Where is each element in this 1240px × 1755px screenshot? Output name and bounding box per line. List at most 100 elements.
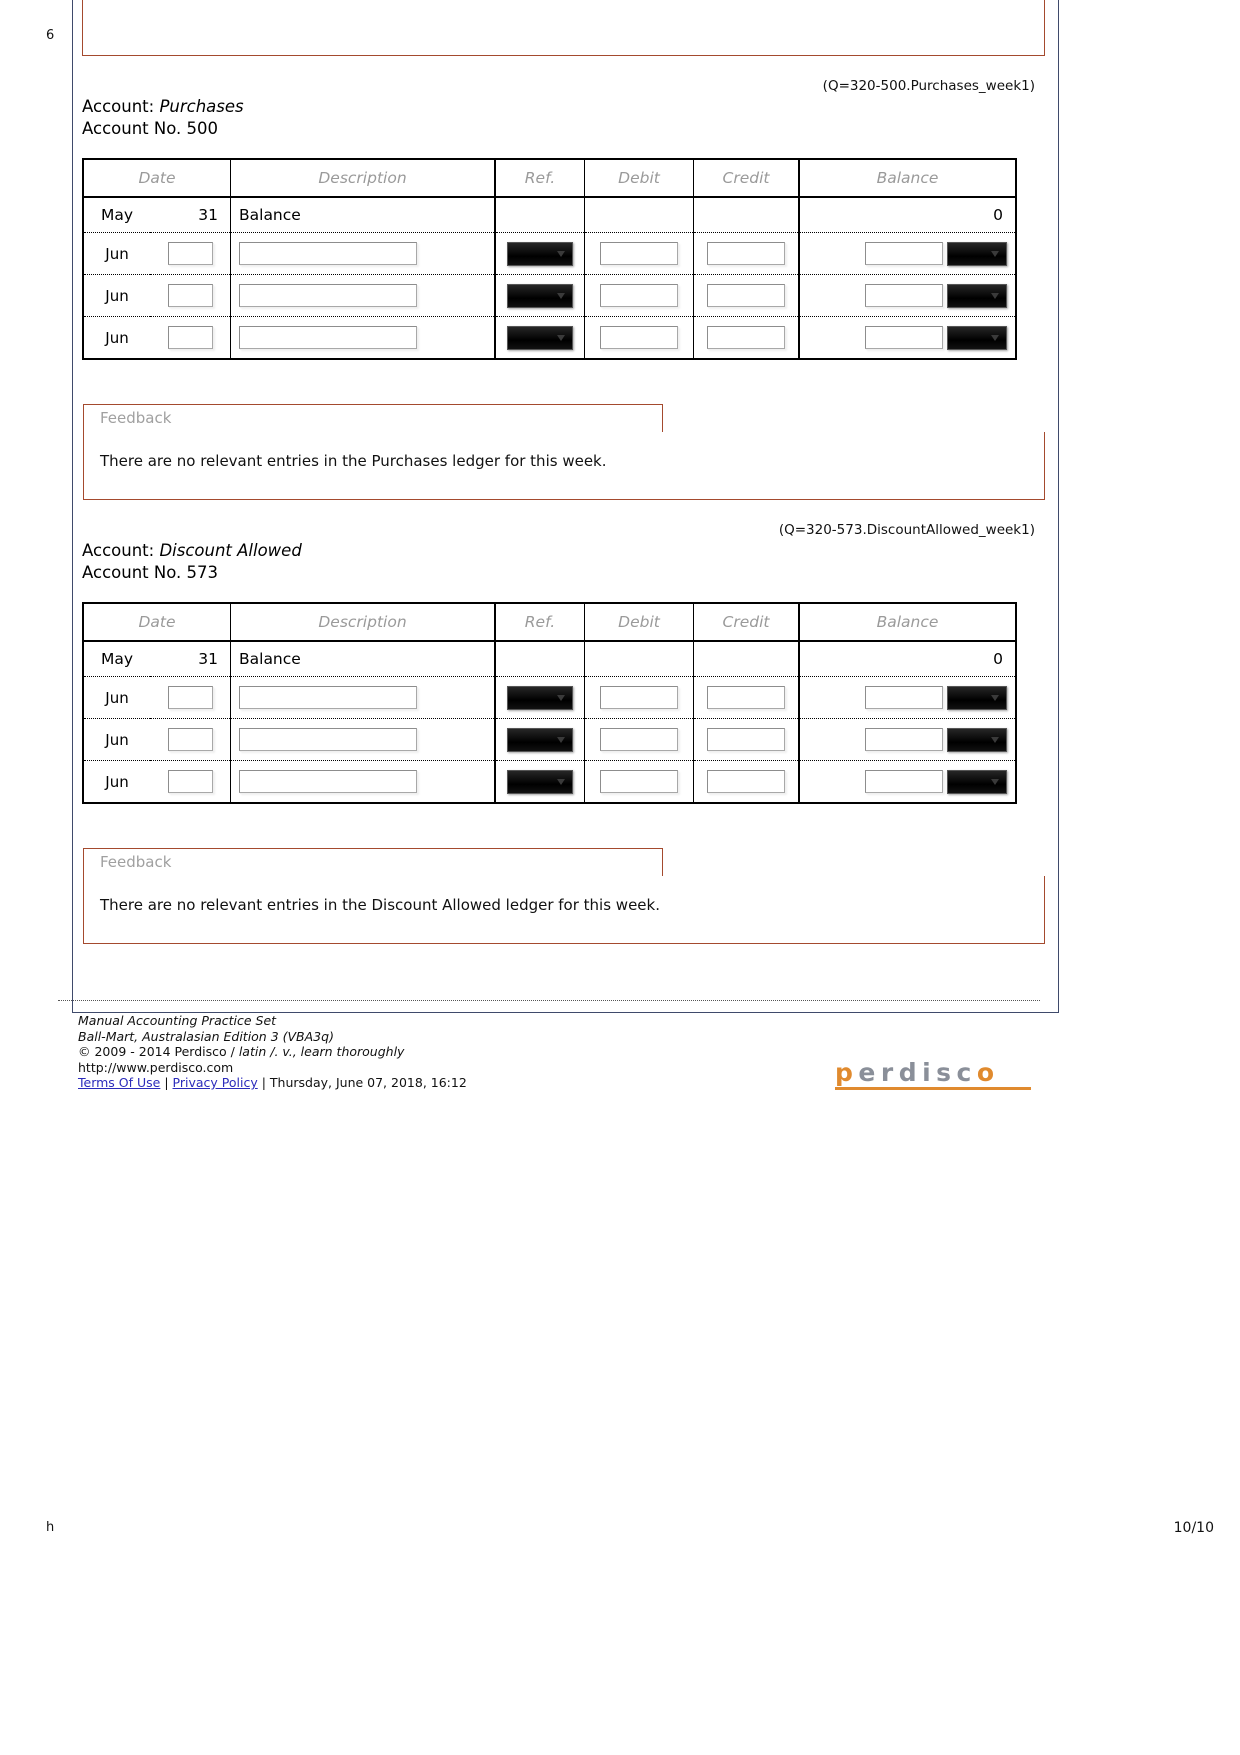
entry-credit-cell	[693, 316, 800, 359]
credit-input[interactable]	[707, 770, 785, 793]
entry-credit-cell	[693, 232, 800, 275]
table-row: Jun	[83, 232, 1016, 275]
question-code-purchases: (Q=320-500.Purchases_week1)	[822, 78, 1035, 94]
account-name: Discount Allowed	[159, 541, 302, 560]
day-input[interactable]	[167, 326, 213, 349]
opening-balance: 0	[799, 197, 1016, 233]
balance-type-dropdown[interactable]	[947, 241, 1007, 266]
page-number: 10/10	[1173, 1520, 1214, 1536]
credit-input[interactable]	[707, 326, 785, 349]
footer-edition: Ball-Mart, Australasian Edition 3 (VBA3q…	[78, 1028, 334, 1044]
footer-separator-2: |	[257, 1075, 270, 1090]
description-input[interactable]	[239, 686, 417, 709]
credit-input[interactable]	[707, 686, 785, 709]
footer-separator-1: |	[160, 1075, 173, 1090]
opening-description: Balance	[230, 641, 496, 677]
entry-day-cell	[150, 676, 231, 719]
entry-description-cell	[230, 676, 496, 719]
credit-input[interactable]	[707, 728, 785, 751]
entry-description-cell	[230, 274, 496, 317]
entry-ref-cell	[495, 718, 585, 761]
entry-debit-cell	[584, 316, 694, 359]
column-header-date: Date	[83, 159, 231, 198]
opening-balance-row: May 31 Balance 0	[83, 197, 1016, 233]
entry-ref-cell	[495, 274, 585, 317]
entry-month: Jun	[83, 676, 150, 719]
day-input[interactable]	[167, 728, 213, 751]
account-label: Account:	[82, 541, 155, 560]
credit-input[interactable]	[707, 284, 785, 307]
balance-type-dropdown[interactable]	[947, 685, 1007, 710]
day-input[interactable]	[167, 770, 213, 793]
entry-day-cell	[150, 274, 231, 317]
debit-input[interactable]	[600, 770, 678, 793]
description-input[interactable]	[239, 242, 417, 265]
entry-day-cell	[150, 316, 231, 359]
description-input[interactable]	[239, 770, 417, 793]
entry-credit-cell	[693, 274, 800, 317]
account-title-purchases: Account: Purchases	[82, 96, 244, 118]
balance-type-dropdown[interactable]	[947, 727, 1007, 752]
balance-input[interactable]	[865, 728, 943, 751]
day-input[interactable]	[167, 686, 213, 709]
ref-dropdown[interactable]	[507, 727, 573, 752]
edge-marker-top: 6	[46, 28, 55, 43]
entry-balance-cell	[799, 232, 1016, 275]
entry-description-cell	[230, 232, 496, 275]
footer-block: Manual Accounting Practice Set Ball-Mart…	[78, 1013, 467, 1091]
column-header-credit: Credit	[693, 603, 800, 642]
privacy-policy-link[interactable]: Privacy Policy	[173, 1075, 258, 1090]
description-input[interactable]	[239, 728, 417, 751]
column-header-balance: Balance	[798, 159, 1016, 198]
entry-debit-cell	[584, 676, 694, 719]
balance-input[interactable]	[865, 770, 943, 793]
balance-input[interactable]	[865, 326, 943, 349]
table-row: Jun	[83, 760, 1016, 803]
entry-description-cell	[230, 718, 496, 761]
description-input[interactable]	[239, 284, 417, 307]
ledger-table-purchases: Date Description Ref. Debit Credit Balan…	[82, 158, 1017, 360]
entry-day-cell	[150, 232, 231, 275]
day-input[interactable]	[167, 284, 213, 307]
logo-underline	[835, 1087, 1031, 1090]
debit-input[interactable]	[600, 686, 678, 709]
account-label: Account:	[82, 97, 155, 116]
ledger-header-row: Date Description Ref. Debit Credit Balan…	[83, 159, 1016, 198]
ref-dropdown[interactable]	[507, 241, 573, 266]
entry-month: Jun	[105, 328, 129, 347]
ref-dropdown[interactable]	[507, 685, 573, 710]
balance-input[interactable]	[865, 242, 943, 265]
balance-type-dropdown[interactable]	[947, 769, 1007, 794]
balance-type-dropdown[interactable]	[947, 325, 1007, 350]
balance-input[interactable]	[865, 284, 943, 307]
footer-website: http://www.perdisco.com	[78, 1059, 234, 1075]
opening-balance-row: May 31 Balance 0	[83, 641, 1016, 677]
entry-debit-cell	[584, 232, 694, 275]
entry-ref-cell	[495, 760, 585, 803]
ref-dropdown[interactable]	[507, 283, 573, 308]
logo-letter-o: o	[976, 1058, 1000, 1087]
credit-input[interactable]	[707, 242, 785, 265]
entry-day-cell	[150, 760, 231, 803]
table-row: Jun	[83, 676, 1016, 719]
description-input[interactable]	[239, 326, 417, 349]
opening-balance: 0	[799, 641, 1016, 677]
debit-input[interactable]	[600, 284, 678, 307]
terms-of-use-link[interactable]: Terms Of Use	[78, 1075, 160, 1090]
debit-input[interactable]	[600, 242, 678, 265]
ref-dropdown[interactable]	[507, 325, 573, 350]
entry-ref-cell	[495, 676, 585, 719]
entry-balance-cell	[799, 676, 1016, 719]
balance-type-dropdown[interactable]	[947, 283, 1007, 308]
entry-month: Jun	[83, 274, 150, 317]
column-header-description: Description	[230, 159, 496, 198]
debit-input[interactable]	[600, 728, 678, 751]
day-input[interactable]	[167, 242, 213, 265]
previous-feedback-box-stub	[82, 0, 1045, 56]
balance-input[interactable]	[865, 686, 943, 709]
debit-input[interactable]	[600, 326, 678, 349]
ref-dropdown[interactable]	[507, 769, 573, 794]
entry-ref-cell	[495, 316, 585, 359]
perdisco-logo-text: perdisco	[835, 1060, 1031, 1086]
column-header-ref: Ref.	[494, 603, 585, 642]
